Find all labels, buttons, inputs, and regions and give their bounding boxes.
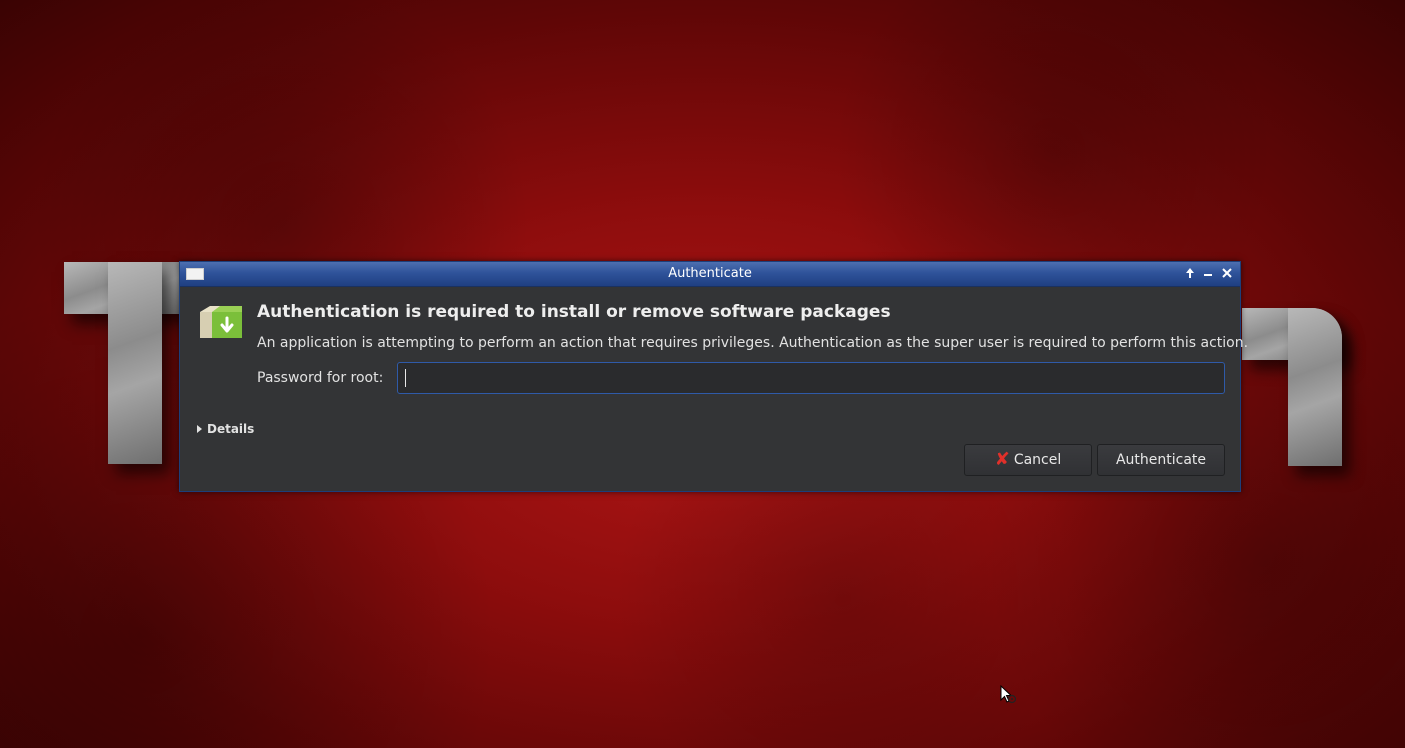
wallpaper-letter-shape	[1288, 308, 1342, 466]
authenticate-button[interactable]: Authenticate	[1097, 444, 1225, 476]
cancel-button-label: Cancel	[1013, 452, 1062, 468]
desktop-background: Authenticate Authentication is required …	[0, 0, 1405, 748]
cancel-x-icon: ✘	[994, 449, 1010, 470]
wallpaper-letter-shape	[108, 262, 162, 464]
minimize-icon	[1204, 274, 1212, 276]
mouse-pointer-icon	[1000, 685, 1017, 704]
password-label: Password for root:	[257, 370, 384, 386]
shade-window-button[interactable]	[1182, 265, 1198, 281]
arrow-up-icon	[1186, 268, 1194, 278]
authenticate-dialog: Authenticate Authentication is required …	[179, 261, 1248, 492]
text-caret	[405, 369, 406, 387]
minimize-window-button[interactable]	[1200, 265, 1216, 281]
package-install-icon	[200, 306, 242, 338]
password-input[interactable]	[397, 362, 1225, 394]
cancel-button[interactable]: ✘ Cancel	[964, 444, 1092, 476]
window-titlebar[interactable]: Authenticate	[180, 262, 1240, 287]
close-icon	[1222, 268, 1232, 278]
expander-arrow-icon	[197, 425, 202, 433]
details-label: Details	[207, 422, 255, 436]
close-window-button[interactable]	[1219, 265, 1235, 281]
authenticate-button-label: Authenticate	[1115, 452, 1207, 468]
window-title: Authenticate	[668, 266, 752, 281]
dialog-description: An application is attempting to perform …	[257, 335, 1249, 351]
details-expander[interactable]: Details	[197, 422, 254, 436]
dialog-heading: Authentication is required to install or…	[257, 302, 891, 322]
